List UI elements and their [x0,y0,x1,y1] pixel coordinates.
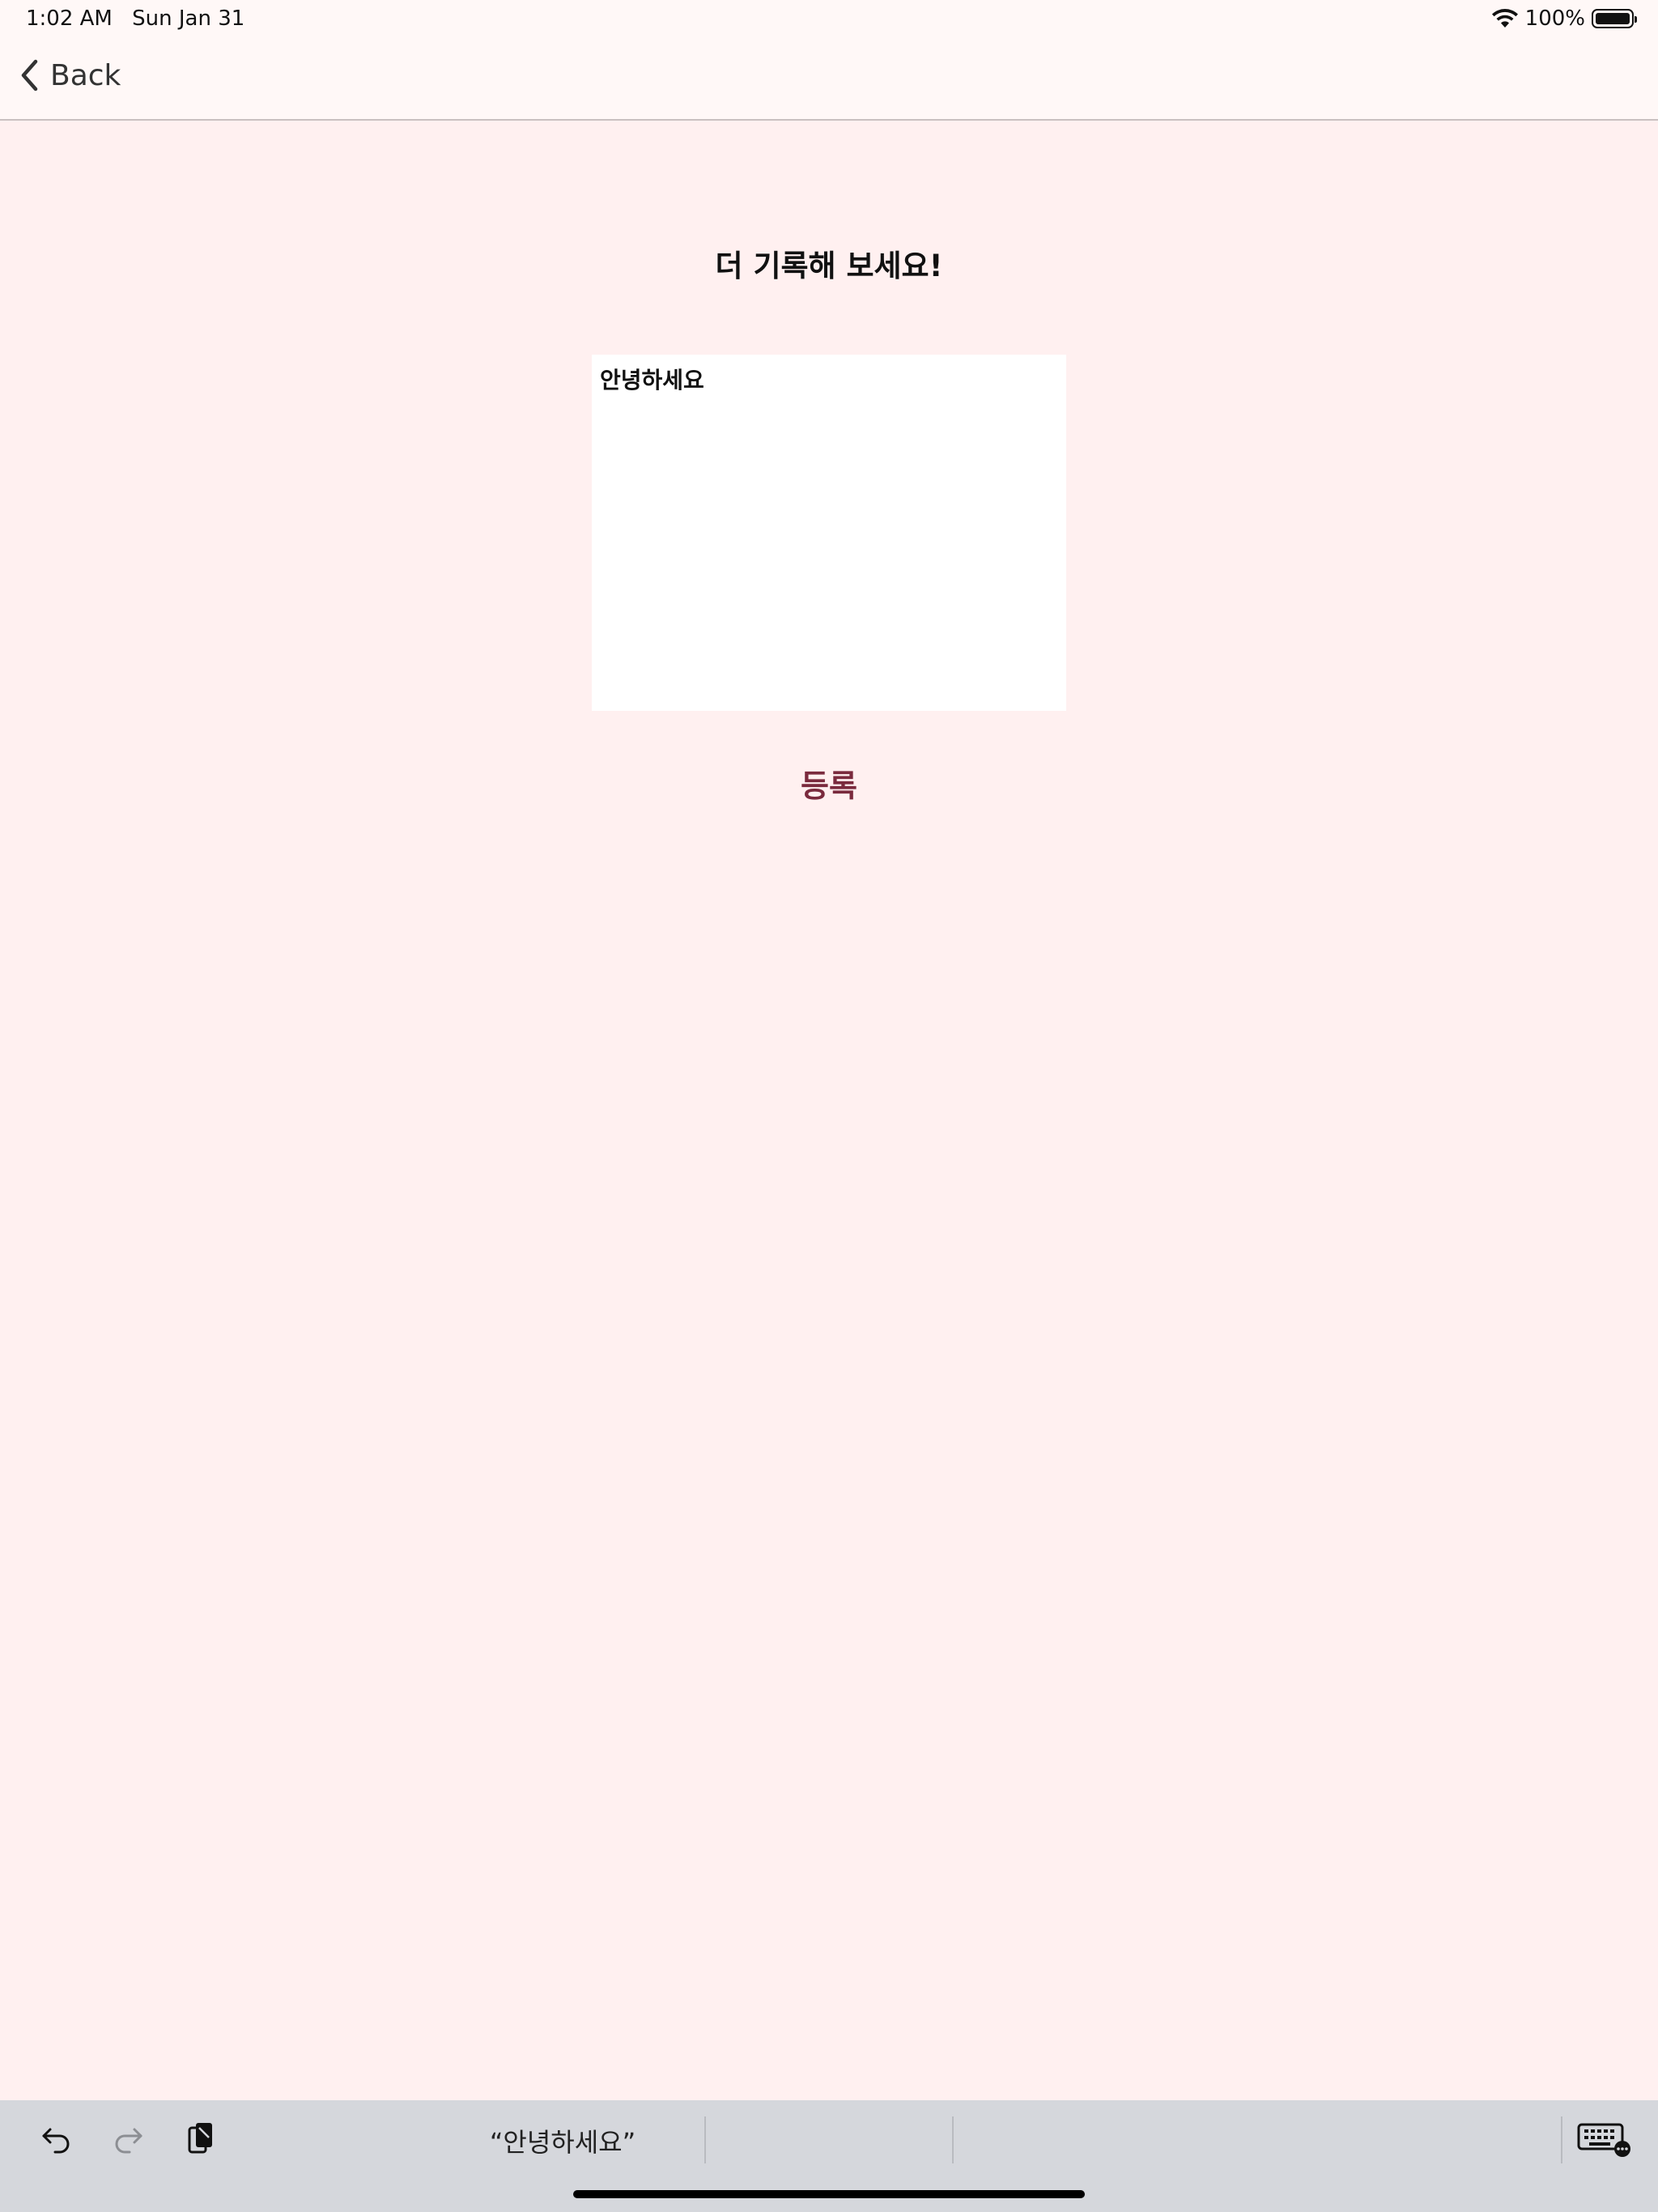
wifi-icon [1491,9,1518,28]
status-bar-right: 100% [1491,6,1637,31]
memo-textarea[interactable] [592,355,1066,711]
register-button[interactable]: 등록 [748,761,910,806]
status-time: 1:02 AM [26,6,113,31]
battery-icon [1592,9,1637,28]
chevron-left-icon [21,59,38,91]
autocorrect-suggestion-empty[interactable] [706,2118,952,2163]
status-date: Sun Jan 31 [132,6,245,31]
app-screen: 1:02 AM Sun Jan 31 100% Back 더 기록해 보세요! … [0,0,1658,2212]
status-bar-left: 1:02 AM Sun Jan 31 [26,6,257,31]
autocorrect-suggestion[interactable]: “안녕하세요” [421,2118,704,2163]
paste-icon[interactable] [178,2116,223,2162]
undo-icon[interactable] [34,2116,79,2162]
keyboard-icon[interactable] [1577,2116,1634,2162]
navigation-header: 1:02 AM Sun Jan 31 100% Back [0,0,1658,121]
battery-fill [1596,13,1630,24]
battery-percent: 100% [1524,6,1585,31]
toolbar-divider [1561,2116,1562,2163]
home-indicator[interactable] [573,2190,1085,2198]
page-title: 더 기록해 보세요! [715,249,943,283]
redo-icon[interactable] [105,2116,151,2162]
back-label: Back [50,58,121,92]
back-button[interactable]: Back [19,58,121,92]
suggestion-divider [952,2116,954,2163]
